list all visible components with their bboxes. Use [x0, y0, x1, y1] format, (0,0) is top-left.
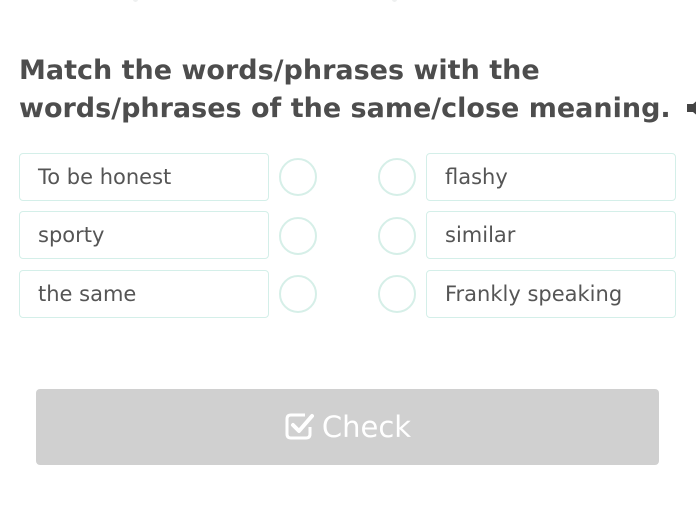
task-instruction-line-2-text: words/phrases of the same/close meaning. [19, 93, 671, 124]
left-word-card-1[interactable]: To be honest [19, 153, 269, 201]
top-decoration [0, 0, 696, 4]
check-button-label: Check [321, 410, 412, 444]
checkbox-check-icon [285, 413, 314, 440]
right-word-card-3[interactable]: Frankly speaking [426, 270, 676, 318]
speaker-volume-icon[interactable] [685, 95, 696, 121]
task-instruction: Match the words/phrases with the words/p… [19, 52, 696, 128]
top-decoration-dot [133, 0, 138, 2]
left-match-connector-2[interactable] [279, 217, 317, 255]
top-decoration-dot [392, 0, 397, 2]
left-word-card-2[interactable]: sporty [19, 211, 269, 259]
left-word-card-3[interactable]: the same [19, 270, 269, 318]
right-match-connector-2[interactable] [378, 217, 416, 255]
left-match-connector-1[interactable] [279, 158, 317, 196]
right-word-card-2[interactable]: similar [426, 211, 676, 259]
right-match-connector-1[interactable] [378, 158, 416, 196]
task-instruction-line-1: Match the words/phrases with the [19, 55, 540, 86]
right-match-connector-3[interactable] [378, 275, 416, 313]
left-match-connector-3[interactable] [279, 275, 317, 313]
task-instruction-line-2: words/phrases of the same/close meaning. [19, 90, 696, 128]
check-button[interactable]: Check [36, 389, 659, 465]
exercise-page: Match the words/phrases with the words/p… [0, 0, 696, 517]
right-word-card-1[interactable]: flashy [426, 153, 676, 201]
